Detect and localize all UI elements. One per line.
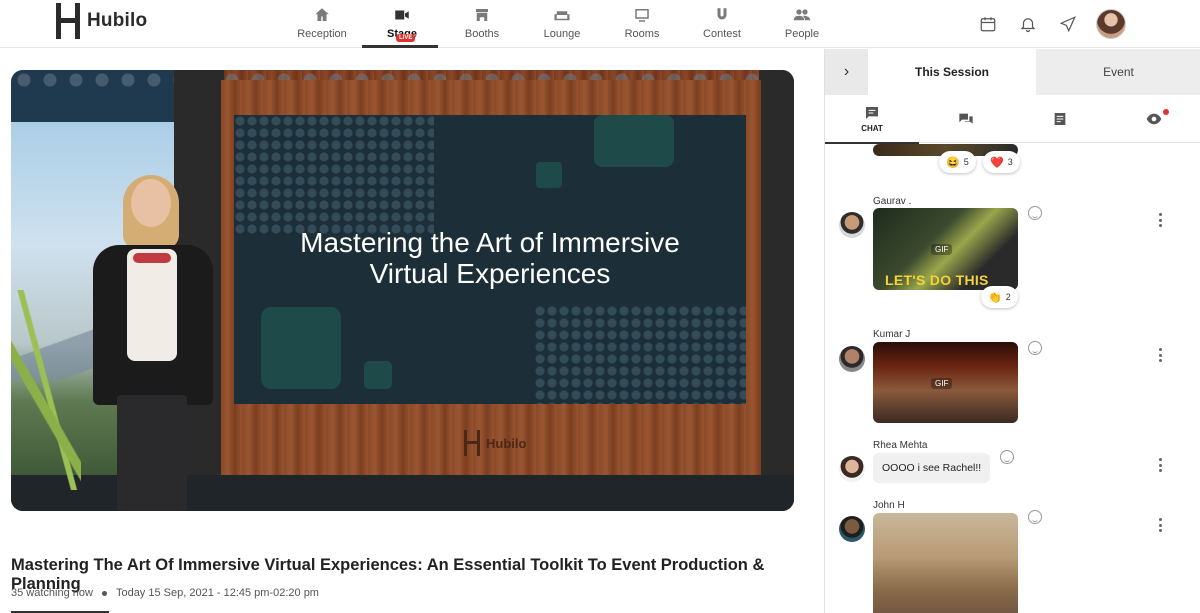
presenter [73, 175, 233, 511]
message-menu-button[interactable] [1159, 213, 1163, 227]
add-reaction-button[interactable] [1000, 450, 1014, 464]
notification-dot [1163, 109, 1169, 115]
watching-count: 35 watching now [11, 587, 93, 599]
screen-icon [635, 9, 649, 22]
session-sidebar: › This Session Event CHAT 😆 5 ❤️ 3 Gaura… [824, 49, 1200, 613]
stage-main: Mastering the Art of Immersive Virtual E… [0, 49, 824, 613]
sidebar-icon-tabs: CHAT [825, 95, 1200, 144]
home-icon [315, 8, 329, 21]
avatar[interactable] [839, 212, 865, 238]
chevron-right-icon: › [843, 63, 850, 80]
presentation-slide: Mastering the Art of Immersive Virtual E… [234, 115, 746, 404]
session-schedule: Today 15 Sep, 2021 - 12:45 pm-02:20 pm [115, 587, 319, 599]
add-reaction-button[interactable] [1028, 341, 1042, 355]
calendar-icon [980, 17, 996, 32]
chat-username: Rhea Mehta [873, 440, 928, 451]
active-tab-underline [362, 45, 438, 48]
reaction-heart[interactable]: ❤️ 3 [983, 151, 1020, 173]
nav-item-lounge[interactable]: Lounge [522, 0, 602, 48]
user-avatar[interactable] [1096, 9, 1126, 39]
plant-decoration [11, 290, 81, 490]
collapse-sidebar-button[interactable]: › [825, 49, 868, 95]
q-and-a-icon [959, 113, 973, 124]
tab-event[interactable]: Event [1036, 49, 1200, 95]
video-player[interactable]: Mastering the Art of Immersive Virtual E… [11, 70, 794, 511]
tab-chat[interactable]: CHAT [825, 95, 919, 144]
tab-viewers[interactable] [1107, 95, 1200, 143]
top-navbar: Hubilo Reception Stage LIVE Booths Loung… [0, 0, 1200, 48]
chat-feed[interactable]: 😆 5 ❤️ 3 Gaurav . GIF LET'S DO THIS 👏 2 [825, 144, 1200, 613]
send-icon [1059, 16, 1076, 33]
chat-icon [866, 107, 878, 119]
avatar[interactable] [839, 456, 865, 482]
slide-title: Mastering the Art of Immersive Virtual E… [300, 227, 680, 289]
nav-item-reception[interactable]: Reception [282, 0, 362, 48]
logo-text: Hubilo [87, 10, 148, 31]
chat-username: Kumar J [873, 329, 911, 340]
chat-gif[interactable]: GIF [873, 342, 1018, 423]
reaction-laugh[interactable]: 😆 5 [939, 151, 976, 173]
notes-icon [1054, 113, 1066, 125]
add-reaction-button[interactable] [1028, 206, 1042, 220]
tab-this-session[interactable]: This Session [868, 49, 1036, 95]
hubilo-logo[interactable]: Hubilo [56, 3, 147, 39]
nav-item-stage[interactable]: Stage LIVE [362, 0, 442, 48]
chat-gif[interactable] [873, 513, 1018, 613]
separator-dot [101, 590, 107, 596]
reaction-clap[interactable]: 👏 2 [981, 286, 1018, 308]
nav-item-booths[interactable]: Booths [442, 0, 522, 48]
top-actions [976, 9, 1126, 39]
tab-notes[interactable] [1013, 95, 1107, 143]
live-badge: LIVE [396, 34, 416, 42]
chat-gif[interactable]: GIF LET'S DO THIS [873, 208, 1018, 290]
message-menu-button[interactable] [1159, 518, 1163, 532]
notifications-button[interactable] [1016, 12, 1040, 36]
bell-icon [1020, 18, 1036, 33]
tab-qna[interactable] [919, 95, 1013, 143]
eye-icon [1146, 113, 1162, 125]
nav-item-contest[interactable]: Contest [682, 0, 762, 48]
magnet-icon [717, 8, 727, 20]
nav-item-rooms[interactable]: Rooms [602, 0, 682, 48]
video-camera-icon [395, 10, 409, 20]
add-reaction-button[interactable] [1028, 510, 1042, 524]
chat-username: John H [873, 500, 905, 511]
backdrop-logo: Hubilo [464, 430, 526, 456]
calendar-button[interactable] [976, 12, 1000, 36]
session-meta: 35 watching now Today 15 Sep, 2021 - 12:… [11, 587, 319, 599]
avatar[interactable] [839, 516, 865, 542]
message-menu-button[interactable] [1159, 348, 1163, 362]
chat-username: Gaurav . [873, 196, 912, 207]
avatar[interactable] [839, 346, 865, 372]
main-nav: Reception Stage LIVE Booths Lounge Rooms… [282, 0, 842, 48]
booth-icon [476, 9, 488, 21]
logo-mark [56, 3, 80, 39]
chat-text-bubble: OOOO i see Rachel!! [873, 453, 991, 483]
gif-caption: LET'S DO THIS [885, 272, 989, 288]
messages-button[interactable] [1056, 12, 1080, 36]
sidebar-tabs: › This Session Event [825, 49, 1200, 95]
nav-item-people[interactable]: People [762, 0, 842, 48]
sofa-icon [554, 11, 570, 21]
people-icon [793, 9, 811, 21]
message-menu-button[interactable] [1159, 458, 1163, 472]
